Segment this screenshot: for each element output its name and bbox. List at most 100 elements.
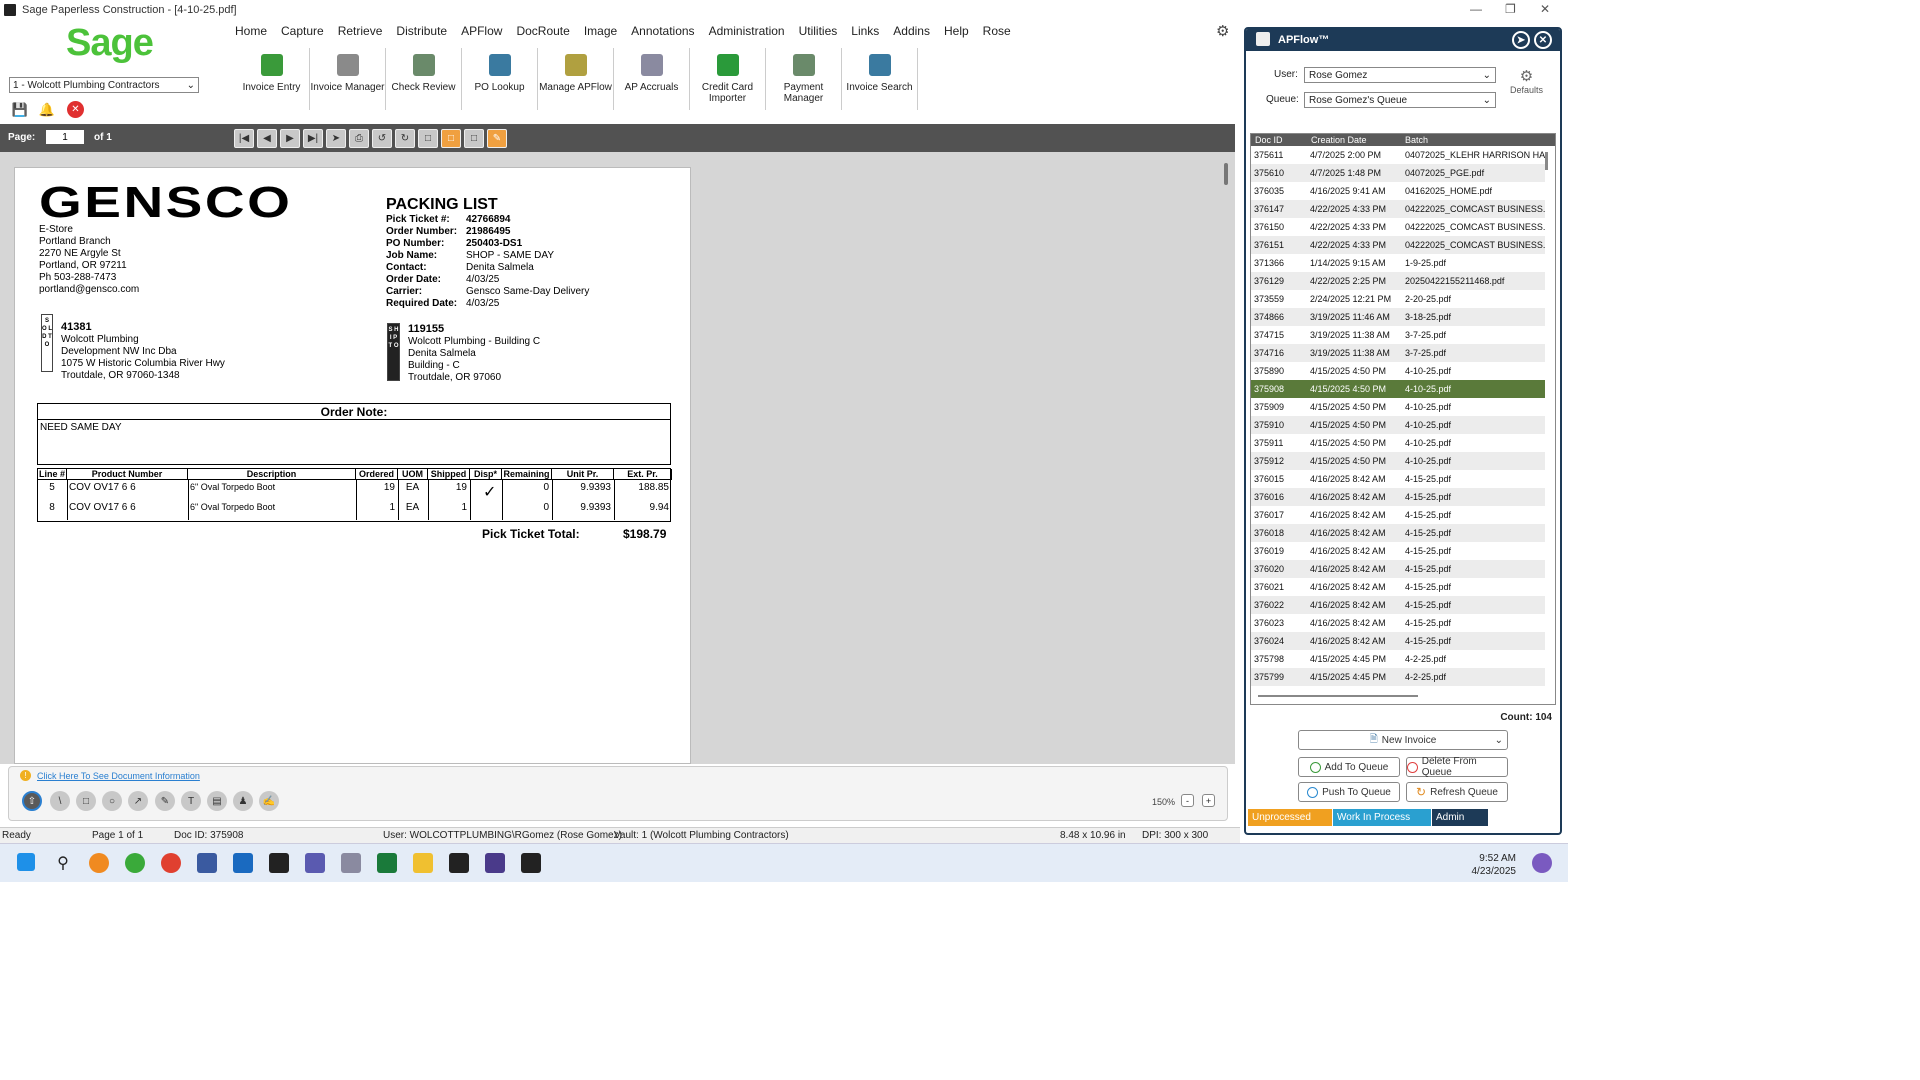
rotate-right-icon[interactable]: ↻	[395, 129, 415, 148]
menu-capture[interactable]: Capture	[274, 24, 331, 40]
menu-links[interactable]: Links	[844, 24, 886, 40]
page-icon[interactable]: □	[418, 129, 438, 148]
ribbon-button-1[interactable]: Invoice Manager	[310, 48, 386, 110]
grid-row[interactable]: 373559 2/24/2025 12:21 PM 2-20-25.pdf	[1251, 290, 1545, 308]
grid-row[interactable]: 375799 4/15/2025 4:45 PM 4-2-25.pdf	[1251, 668, 1545, 686]
zoom-out-button[interactable]: -	[1181, 794, 1194, 807]
print-icon[interactable]: ⎙	[349, 129, 369, 148]
line-tool-icon[interactable]: \	[50, 791, 70, 811]
grid-row[interactable]: 371366 1/14/2025 9:15 AM 1-9-25.pdf	[1251, 254, 1545, 272]
grid-row[interactable]: 374715 3/19/2025 11:38 AM 3-7-25.pdf	[1251, 326, 1545, 344]
tab-unprocessed[interactable]: Unprocessed	[1248, 809, 1332, 826]
menu-image[interactable]: Image	[577, 24, 624, 40]
menu-distribute[interactable]: Distribute	[389, 24, 454, 40]
grid-row[interactable]: 376150 4/22/2025 4:33 PM 04222025_COMCAST …	[1251, 218, 1545, 236]
copilot-icon[interactable]	[1532, 853, 1552, 873]
grid-row[interactable]: 376151 4/22/2025 4:33 PM 04222025_COMCAST …	[1251, 236, 1545, 254]
grid-row[interactable]: 376147 4/22/2025 4:33 PM 04222025_COMCAST …	[1251, 200, 1545, 218]
chrome-icon[interactable]	[161, 853, 181, 873]
queue-select[interactable]: Rose Gomez's Queue ⌄	[1304, 92, 1496, 108]
grid-row[interactable]: 375912 4/15/2025 4:50 PM 4-10-25.pdf	[1251, 452, 1545, 470]
edit-page-icon[interactable]: ✎	[487, 129, 507, 148]
grid-row[interactable]: 376024 4/16/2025 8:42 AM 4-15-25.pdf	[1251, 632, 1545, 650]
grid-row[interactable]: 376023 4/16/2025 8:42 AM 4-15-25.pdf	[1251, 614, 1545, 632]
user-select[interactable]: Rose Gomez ⌄	[1304, 67, 1496, 83]
refresh-queue-button[interactable]: ↻ Refresh Queue	[1406, 782, 1508, 802]
spc-icon[interactable]	[269, 853, 289, 873]
pointer-tool-icon[interactable]: ⇧	[22, 791, 42, 811]
grid-row[interactable]: 375610 4/7/2025 1:48 PM 04072025_PGE.pdf	[1251, 164, 1545, 182]
new-invoice-dropdown[interactable]: 🗎 New Invoice ⌄	[1298, 730, 1508, 750]
ribbon-button-0[interactable]: Invoice Entry	[234, 48, 310, 110]
grid-row[interactable]: 375798 4/15/2025 4:45 PM 4-2-25.pdf	[1251, 650, 1545, 668]
col-batch[interactable]: Batch	[1405, 135, 1428, 145]
grid-row[interactable]: 374866 3/19/2025 11:46 AM 3-18-25.pdf	[1251, 308, 1545, 326]
grid-row[interactable]: 376015 4/16/2025 8:42 AM 4-15-25.pdf	[1251, 470, 1545, 488]
document-info-link[interactable]: Click Here To See Document Information	[37, 771, 200, 781]
rotate-left-icon[interactable]: ↺	[372, 129, 392, 148]
menu-help[interactable]: Help	[937, 24, 976, 40]
close-window-icon[interactable]: ✕	[1540, 2, 1550, 16]
bell-icon[interactable]: 🔔	[39, 102, 55, 118]
grid-row[interactable]: 375909 4/15/2025 4:50 PM 4-10-25.pdf	[1251, 398, 1545, 416]
menu-utilities[interactable]: Utilities	[792, 24, 845, 40]
grid-row[interactable]: 375890 4/15/2025 4:50 PM 4-10-25.pdf	[1251, 362, 1545, 380]
viewer-scrollbar[interactable]	[1224, 163, 1228, 185]
menu-retrieve[interactable]: Retrieve	[331, 24, 390, 40]
spc-active-icon[interactable]	[449, 853, 469, 873]
menu-administration[interactable]: Administration	[702, 24, 792, 40]
next-page-button[interactable]: ▶	[280, 129, 300, 148]
col-creation-date[interactable]: Creation Date	[1311, 135, 1367, 145]
restore-icon[interactable]: ❐	[1505, 2, 1516, 16]
grid-row[interactable]: 375910 4/15/2025 4:50 PM 4-10-25.pdf	[1251, 416, 1545, 434]
grid-row[interactable]: 376129 4/22/2025 2:25 PM 20250422155211468…	[1251, 272, 1545, 290]
add-to-queue-button[interactable]: Add To Queue	[1298, 757, 1400, 777]
grid-row[interactable]: 376020 4/16/2025 8:42 AM 4-15-25.pdf	[1251, 560, 1545, 578]
ribbon-button-4[interactable]: Manage APFlow	[538, 48, 614, 110]
menu-addins[interactable]: Addins	[886, 24, 937, 40]
calculator-icon[interactable]	[341, 853, 361, 873]
last-page-button[interactable]: ▶|	[303, 129, 323, 148]
grid-row[interactable]: 376022 4/16/2025 8:42 AM 4-15-25.pdf	[1251, 596, 1545, 614]
zoom-in-button[interactable]: +	[1202, 794, 1215, 807]
forward-icon[interactable]: ➤	[1512, 31, 1530, 49]
col-doc-id[interactable]: Doc ID	[1255, 135, 1283, 145]
windows-start-icon[interactable]	[17, 853, 35, 871]
app-purple-icon[interactable]	[485, 853, 505, 873]
grid-row[interactable]: 376017 4/16/2025 8:42 AM 4-15-25.pdf	[1251, 506, 1545, 524]
ribbon-button-7[interactable]: Payment Manager	[766, 48, 842, 110]
minimize-icon[interactable]: —	[1470, 2, 1482, 16]
note-tool-icon[interactable]: ▤	[207, 791, 227, 811]
grid-row[interactable]: 376019 4/16/2025 8:42 AM 4-15-25.pdf	[1251, 542, 1545, 560]
ribbon-button-6[interactable]: Credit Card Importer	[690, 48, 766, 110]
page-orange-icon[interactable]: □	[441, 129, 461, 148]
menu-apflow[interactable]: APFlow	[454, 24, 509, 40]
app-orange-icon[interactable]	[89, 853, 109, 873]
excel-icon[interactable]	[377, 853, 397, 873]
cancel-icon[interactable]: ✕	[67, 101, 84, 118]
grid-hscrollbar[interactable]	[1258, 695, 1418, 697]
grid-row[interactable]: 376016 4/16/2025 8:42 AM 4-15-25.pdf	[1251, 488, 1545, 506]
grid-row[interactable]: 375911 4/15/2025 4:50 PM 4-10-25.pdf	[1251, 434, 1545, 452]
menu-rose[interactable]: Rose	[976, 24, 1018, 40]
sage-taskbar-icon[interactable]	[125, 853, 145, 873]
page-number-input[interactable]	[46, 130, 84, 144]
vault-select[interactable]: 1 - Wolcott Plumbing Contractors ⌄	[9, 77, 199, 93]
menu-home[interactable]: Home	[228, 24, 274, 40]
page-copy-icon[interactable]: □	[464, 129, 484, 148]
file-explorer-icon[interactable]	[413, 853, 433, 873]
arrow-tool-icon[interactable]: ↗	[128, 791, 148, 811]
delete-from-queue-button[interactable]: Delete From Queue	[1406, 756, 1508, 778]
grid-row[interactable]: 375611 4/7/2025 2:00 PM 04072025_KLEHR HAR…	[1251, 146, 1545, 164]
teams-icon[interactable]	[305, 853, 325, 873]
defaults-button[interactable]: ⚙ Defaults	[1510, 67, 1543, 95]
menu-annotations[interactable]: Annotations	[624, 24, 701, 40]
tab-admin[interactable]: Admin	[1432, 809, 1488, 826]
app-blue-icon[interactable]	[197, 853, 217, 873]
ribbon-button-5[interactable]: AP Accruals	[614, 48, 690, 110]
ellipse-tool-icon[interactable]: ○	[102, 791, 122, 811]
ribbon-button-8[interactable]: Invoice Search	[842, 48, 918, 110]
outlook-icon[interactable]	[233, 853, 253, 873]
push-to-queue-button[interactable]: Push To Queue	[1298, 782, 1400, 802]
rectangle-tool-icon[interactable]: □	[76, 791, 96, 811]
